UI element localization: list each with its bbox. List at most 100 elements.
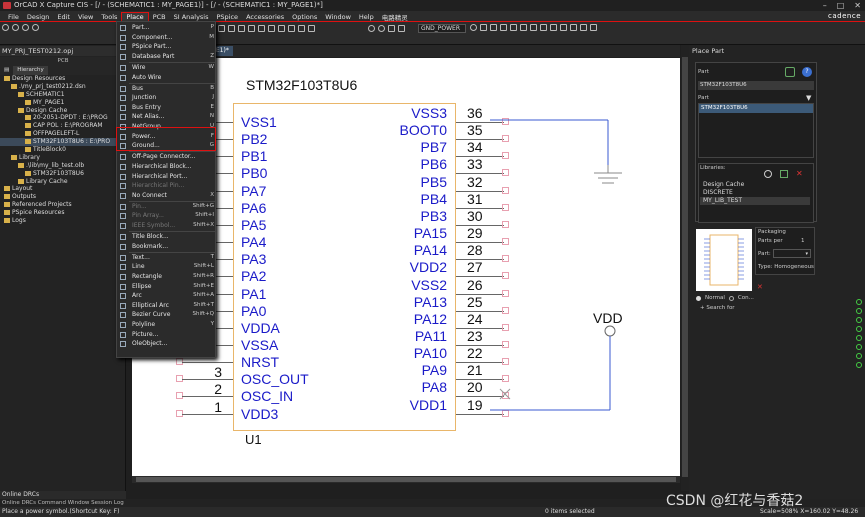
radio-normal[interactable] [696, 295, 701, 301]
toolbar-tool-icon[interactable] [288, 25, 295, 32]
place-menu-item[interactable]: Arc Shift+A [117, 291, 217, 301]
place-menu-item[interactable]: No Connect X [117, 191, 217, 201]
toolbar-tool-icon[interactable] [308, 25, 315, 32]
tree-node[interactable]: Layout [0, 185, 126, 193]
tab-hierarchy[interactable]: Hierarchy [13, 66, 48, 75]
tree-node[interactable]: MY_PAGE1 [0, 99, 126, 107]
radio-convert[interactable] [728, 295, 734, 301]
zoom-area-icon[interactable] [22, 24, 29, 31]
place-menu-item[interactable]: Bookmark... [117, 242, 217, 252]
remove-library-icon[interactable]: ✕ [796, 170, 803, 178]
place-menu-item[interactable]: Rectangle Shift+R [117, 272, 217, 282]
ground-symbol-icon[interactable] [398, 25, 405, 32]
menu-accessories[interactable]: Accessories [242, 13, 288, 21]
minimize-icon[interactable]: – [823, 0, 827, 11]
close-icon[interactable]: ✕ [854, 0, 861, 11]
refresh-library-icon[interactable] [764, 170, 772, 178]
tree-node[interactable]: STM32F103T8U6 : E:\PRO [0, 138, 126, 147]
text-icon[interactable] [590, 24, 597, 31]
vertical-scrollbar[interactable] [681, 45, 689, 491]
place-menu-item[interactable]: Text... T [117, 253, 217, 263]
redo-icon[interactable] [378, 25, 385, 32]
tool-icon[interactable] [856, 362, 862, 368]
tree-node[interactable]: STM32F103T8U6 [0, 170, 126, 178]
place-menu-item[interactable]: Polyline Y [117, 320, 217, 330]
menu-pcb[interactable]: PCB [149, 13, 170, 21]
tree-node[interactable]: TitleBlock0 [0, 146, 126, 154]
filter-icon[interactable]: ▼ [806, 94, 811, 102]
menu-help[interactable]: Help [355, 13, 378, 21]
tree-node[interactable]: .\my_prj_test0212.dsn [0, 83, 126, 91]
tool-icon[interactable] [856, 317, 862, 323]
left-pin-row[interactable]: 1 VDD3 [176, 399, 316, 422]
place-menu-item[interactable]: Junction J [117, 93, 217, 103]
place-menu-item[interactable]: Component... M [117, 33, 217, 43]
place-menu-item[interactable]: Ellipse Shift+E [117, 282, 217, 292]
place-menu-item[interactable]: Hierarchical Port... [117, 172, 217, 182]
menu-place[interactable]: Place [121, 11, 149, 22]
place-menu-item[interactable]: Picture... [117, 330, 217, 340]
toolbar-tool-icon[interactable] [238, 25, 245, 32]
toolbar-tool-icon[interactable] [248, 25, 255, 32]
toolbar-tool-icon[interactable] [268, 25, 275, 32]
tree-node[interactable]: 20-2051-DPDT : E:\PROG [0, 114, 126, 122]
menu-tools[interactable]: Tools [97, 13, 121, 21]
place-menu-item[interactable]: Bezier Curve Shift+Q [117, 310, 217, 320]
menu-edit[interactable]: Edit [53, 13, 74, 21]
help-icon[interactable]: ? [802, 67, 812, 77]
add-library-button-icon[interactable] [780, 170, 788, 178]
maximize-icon[interactable]: □ [837, 0, 845, 11]
bus-icon[interactable] [560, 24, 567, 31]
tree-node[interactable]: PSpice Resources [0, 209, 126, 217]
tree-node[interactable]: Referenced Projects [0, 201, 126, 209]
part-combo[interactable]: GND_POWER [418, 24, 466, 33]
toolbar-tool-icon[interactable] [218, 25, 225, 32]
tool-icon[interactable] [856, 353, 862, 359]
search-for-label[interactable]: + Search for [700, 305, 735, 311]
bom-icon[interactable] [480, 24, 487, 31]
place-menu-item[interactable]: Bus B [117, 84, 217, 94]
power-icon[interactable] [580, 24, 587, 31]
toolbar-tool-icon[interactable] [258, 25, 265, 32]
place-menu-item[interactable]: Part... P [117, 23, 217, 33]
wire-icon[interactable] [550, 24, 557, 31]
zoom-all-icon[interactable] [32, 24, 39, 31]
place-menu-item[interactable]: Elliptical Arc Shift+T [117, 301, 217, 311]
tree-node[interactable]: .\lib\my_lib_test.olb [0, 162, 126, 170]
toolbar-tool-icon[interactable] [278, 25, 285, 32]
place-menu-item[interactable]: Off-Page Connector... [117, 152, 217, 162]
scroll-thumb[interactable] [682, 57, 688, 477]
part-search-input[interactable]: STM32F103T8U6 [698, 81, 814, 90]
menu-si-analysis[interactable]: SI Analysis [170, 13, 213, 21]
place-menu-item[interactable]: Line Shift+L [117, 262, 217, 272]
undo-icon[interactable] [368, 25, 375, 32]
menu-wizard[interactable]: 电路精灵 [378, 12, 412, 22]
tree-node[interactable]: Library [0, 154, 126, 162]
zoom-in-icon[interactable] [2, 24, 9, 31]
annotate-icon[interactable] [490, 24, 497, 31]
vdd-power-symbol[interactable] [604, 325, 616, 337]
place-menu-item[interactable]: Auto Wire [117, 73, 217, 83]
add-library-icon[interactable] [785, 67, 795, 77]
tool-icon[interactable] [856, 308, 862, 314]
refresh-icon[interactable] [388, 25, 395, 32]
search-icon[interactable] [470, 24, 477, 31]
zoom-out-icon[interactable] [12, 24, 19, 31]
horizontal-scrollbar[interactable] [132, 476, 680, 483]
menu-options[interactable]: Options [288, 13, 321, 21]
tree-node[interactable]: Design Resources [0, 75, 126, 83]
place-menu-item[interactable]: Title Block... [117, 232, 217, 242]
place-part-icon[interactable] [540, 24, 547, 31]
tool-icon[interactable] [856, 326, 862, 332]
part-select[interactable]: ▾ [773, 249, 811, 258]
tab-pcb[interactable]: PCB [0, 57, 126, 66]
tree-node[interactable]: SCHEMATIC1 [0, 91, 126, 99]
place-menu-item[interactable]: Wire W [117, 63, 217, 73]
scroll-thumb[interactable] [136, 477, 676, 482]
tool-icon[interactable] [856, 344, 862, 350]
settings-icon[interactable]: ✕ [757, 283, 763, 291]
menu-pspice[interactable]: PSpice [213, 13, 243, 21]
tree-node[interactable]: Design Cache [0, 107, 126, 115]
place-menu-item[interactable]: Database Part Z [117, 52, 217, 62]
toolbar-tool-icon[interactable] [298, 25, 305, 32]
